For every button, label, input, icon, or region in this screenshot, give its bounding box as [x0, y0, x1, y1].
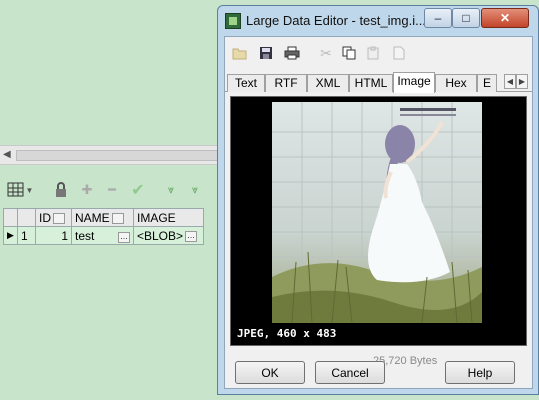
save-icon[interactable]	[257, 45, 275, 61]
check-icon[interactable]: ✔	[128, 181, 148, 199]
tab-scroll-left-icon[interactable]: ◀	[504, 74, 516, 89]
image-viewer: JPEG, 460 x 483	[230, 96, 527, 346]
scrollbar-track[interactable]	[16, 150, 230, 161]
grid-header-row: ID NAME IMAGE	[3, 208, 204, 227]
plus-icon[interactable]: ✚	[78, 181, 96, 199]
clear-icon[interactable]	[390, 45, 408, 61]
maximize-button[interactable]: □	[452, 8, 480, 28]
filter-down-icon[interactable]: ⩔	[187, 181, 203, 199]
image-info-caption: JPEG, 460 x 483	[237, 327, 337, 340]
tab-html[interactable]: HTML	[349, 74, 393, 92]
dialog-client-area: ✂ Text RTF XML HTML Image Hex E ◀ ▶ JPEG…	[224, 36, 533, 389]
column-header-name[interactable]: NAME	[71, 208, 134, 227]
paste-icon[interactable]	[364, 45, 382, 61]
ellipsis-icon[interactable]: …	[185, 230, 198, 242]
title-bar[interactable]: Large Data Editor - test_img.i... – □ ✕	[218, 6, 538, 36]
copy-icon[interactable]	[340, 45, 358, 61]
window-title: Large Data Editor - test_img.i...	[246, 13, 426, 28]
print-icon[interactable]	[283, 45, 301, 61]
preview-image	[272, 102, 482, 323]
lock-icon[interactable]	[52, 181, 70, 199]
tab-scroll-right-icon[interactable]: ▶	[516, 74, 528, 89]
tab-e[interactable]: E	[477, 74, 497, 92]
tab-text[interactable]: Text	[227, 74, 265, 92]
column-header-image[interactable]: IMAGE	[133, 208, 204, 227]
editor-toolbar: ✂	[225, 37, 532, 69]
row-number-header	[17, 208, 36, 227]
large-data-editor-window: Large Data Editor - test_img.i... – □ ✕ …	[217, 5, 539, 395]
row-indicator-header	[3, 208, 18, 227]
ok-button[interactable]: OK	[235, 361, 305, 384]
table-row[interactable]: ▶ 1 1 test… <BLOB>…	[3, 226, 204, 245]
filter-down-icon[interactable]: ⩔	[163, 181, 179, 199]
horizontal-scrollbar[interactable]: ◀	[0, 145, 230, 165]
close-button[interactable]: ✕	[481, 8, 529, 28]
scroll-left-icon[interactable]: ◀	[3, 149, 11, 160]
cut-icon[interactable]: ✂	[317, 45, 335, 61]
open-folder-icon[interactable]	[231, 45, 249, 61]
column-header-id[interactable]: ID	[35, 208, 72, 227]
row-indicator-icon: ▶	[3, 226, 18, 245]
ellipsis-icon[interactable]: …	[118, 231, 130, 243]
minimize-button[interactable]: –	[424, 8, 452, 28]
cell-name[interactable]: test…	[71, 226, 134, 245]
help-button[interactable]: Help	[445, 361, 515, 384]
app-icon	[225, 13, 241, 29]
tab-image[interactable]: Image	[393, 72, 435, 93]
data-grid: ID NAME IMAGE ▶ 1 1 test… <BLOB>…	[0, 206, 230, 400]
grid-toolbar: ▼ ✚ ━ ✔ ⩔ ⩔	[0, 175, 230, 205]
tab-hex[interactable]: Hex	[435, 74, 477, 92]
cancel-button[interactable]: Cancel	[315, 361, 385, 384]
editor-tabs: Text RTF XML HTML Image Hex E ◀ ▶	[225, 72, 532, 93]
grid-icon[interactable]: ▼	[6, 181, 34, 199]
cell-id[interactable]: 1	[35, 226, 72, 245]
row-number: 1	[17, 226, 36, 245]
tab-xml[interactable]: XML	[307, 74, 349, 92]
cell-image[interactable]: <BLOB>…	[133, 226, 204, 245]
tab-rtf[interactable]: RTF	[265, 74, 307, 92]
minus-icon[interactable]: ━	[103, 181, 121, 199]
